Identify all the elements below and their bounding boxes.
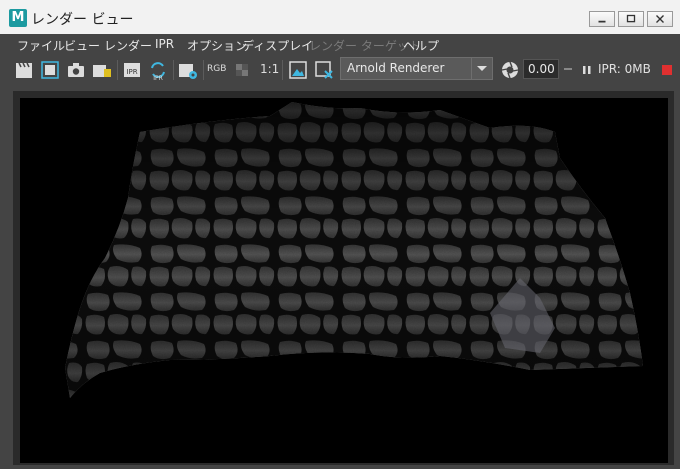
minimize-icon [598, 20, 606, 23]
menu-help[interactable]: ヘルプ [403, 37, 439, 54]
rgb-channel-button[interactable]: RGB [207, 64, 226, 74]
menu-view[interactable]: ビュー [64, 37, 100, 54]
exposure-input[interactable]: 0.00 [523, 59, 559, 79]
close-icon [656, 15, 664, 23]
render-settings-button[interactable] [177, 59, 199, 81]
alpha-channel-button[interactable] [231, 59, 253, 81]
menu-file[interactable]: ファイル [17, 37, 65, 54]
renderer-dropdown[interactable]: Arnold Renderer [340, 57, 493, 80]
menu-options[interactable]: オプション [187, 37, 247, 54]
stop-icon [662, 65, 672, 75]
render-frame-button[interactable] [13, 59, 35, 81]
maya-app-icon: M [9, 9, 27, 27]
toolbar-divider [282, 60, 283, 80]
render-image[interactable] [20, 98, 668, 463]
pause-ipr-button[interactable] [576, 59, 594, 81]
refresh-ipr-button[interactable]: IPR [147, 59, 169, 81]
camera-icon [68, 63, 84, 77]
menu-ipr[interactable]: IPR [155, 37, 174, 51]
renderer-value: Arnold Renderer [347, 61, 445, 75]
render-region-icon [41, 61, 59, 79]
remove-image-button[interactable] [313, 59, 335, 81]
svg-text:IPR: IPR [126, 68, 137, 76]
snapshot-button[interactable] [65, 59, 87, 81]
minus-icon [564, 68, 572, 70]
real-size-button[interactable]: 1:1 [260, 62, 279, 76]
close-button[interactable] [647, 11, 673, 27]
maximize-button[interactable] [618, 11, 644, 27]
checker-icon [236, 64, 248, 76]
toolbar-divider [203, 60, 204, 80]
menu-display[interactable]: ディスプレイ [242, 37, 313, 54]
keep-image-button[interactable] [287, 59, 309, 81]
minimize-button[interactable] [589, 11, 615, 27]
title-bar: M レンダー ビュー [0, 0, 680, 35]
render-sequence-icon [93, 65, 111, 77]
ipr-render-button[interactable]: IPR [121, 59, 143, 81]
render-settings-icon [179, 64, 197, 79]
menu-bar: ファイル ビュー レンダー IPR オプション ディスプレイ レンダー ターゲッ… [0, 34, 680, 56]
maximize-icon [626, 14, 636, 23]
stop-render-button[interactable] [656, 59, 674, 81]
exposure-button[interactable] [499, 59, 521, 81]
toolbar-divider [173, 60, 174, 80]
menu-render[interactable]: レンダー [104, 37, 152, 54]
aperture-icon [501, 61, 519, 79]
keep-image-icon [289, 61, 307, 79]
chevron-down-icon [477, 66, 487, 71]
window-title: レンダー ビュー [31, 12, 134, 28]
pause-icon [583, 66, 591, 74]
clapperboard-icon [16, 62, 32, 78]
stone-terrain-render [20, 98, 668, 463]
dropdown-arrow[interactable] [471, 58, 492, 79]
svg-text:IPR: IPR [153, 75, 163, 81]
render-view-window: M レンダー ビュー ファイル ビュー レンダー IPR オプション ディスプレ… [0, 0, 680, 469]
remove-image-icon [315, 61, 333, 79]
refresh-ipr-icon: IPR [151, 62, 165, 81]
render-region-button[interactable] [39, 59, 61, 81]
ipr-render-icon: IPR [124, 63, 140, 77]
toolbar-divider [117, 60, 118, 80]
ipr-memory-status: IPR: 0MB [598, 62, 651, 76]
render-sequence-button[interactable] [91, 59, 113, 81]
